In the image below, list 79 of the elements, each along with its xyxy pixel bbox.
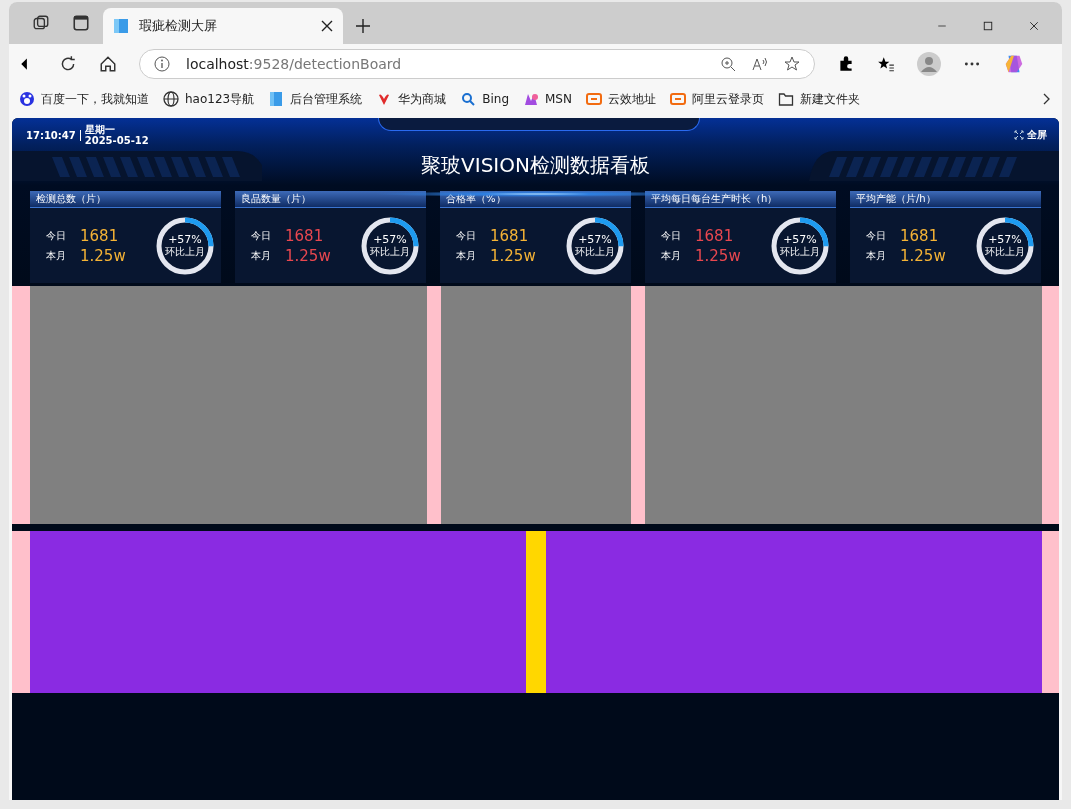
stat-value: 1681 [80,226,120,245]
workspaces-icon[interactable] [32,14,50,32]
stat-label: 本月 [456,248,477,263]
date: 2025-05-12 [84,135,149,146]
ring-value: +57% [373,234,407,246]
stat-value: 1.25w [900,246,947,265]
bracket-icon [585,91,602,107]
ring-gauge [155,215,215,276]
ring-gauge [360,215,420,276]
star-icon[interactable] [784,56,800,72]
tab-actions-icon[interactable] [72,14,90,32]
stat-label: 今日 [661,228,682,243]
stat-label: 本月 [661,248,682,263]
profile-avatar[interactable] [917,52,941,76]
ring-value: +57% [988,234,1022,246]
browser-tab[interactable]: 瑕疵检测大屏 [103,8,343,44]
bookmark-item[interactable]: Bing [460,91,509,107]
bookmark-item[interactable]: 阿里云登录页 [669,90,764,108]
stat-value: 1681 [695,226,735,245]
extensions-icon[interactable] [837,55,855,73]
ring-caption: 环比上月 [575,246,615,257]
copilot-icon[interactable] [1003,53,1025,75]
bookmark-item[interactable]: 新建文件夹 [777,90,860,108]
card-title: 平均每日每台生产时长（h） [645,191,836,208]
bookmark-item[interactable]: 百度一下，我就知道 [19,90,149,108]
page-icon [268,91,285,107]
favorites-icon[interactable] [877,55,895,73]
ring-gauge [975,215,1035,276]
search-icon [460,91,477,107]
stat-label: 今日 [46,228,67,243]
globe-icon [163,91,179,107]
page-icon [113,18,129,34]
new-tab-icon[interactable] [355,18,371,34]
ring-value: +57% [783,234,817,246]
bookmark-item[interactable]: hao123导航 [163,90,255,108]
address-bar[interactable]: localhost:9528/detectionBoard [139,49,815,79]
ring-caption: 环比上月 [780,246,820,257]
stat-value: 1.25w [490,246,537,265]
ring-gauge [565,215,625,276]
ring-gauge [770,215,830,276]
ring-value: +57% [168,234,202,246]
ring-caption: 环比上月 [985,246,1025,257]
ring-caption: 环比上月 [165,246,205,257]
stat-label: 今日 [251,228,272,243]
card-title: 良品数量（片） [235,191,426,208]
ring-caption: 环比上月 [370,246,410,257]
stat-value: 1681 [285,226,325,245]
stat-value: 1.25w [285,246,332,265]
bookmark-item[interactable]: MSN [523,91,572,107]
maximize-icon[interactable] [982,20,994,32]
stat-label: 本月 [46,248,67,263]
read-aloud-icon[interactable] [752,56,768,72]
card-title: 平均产能（片/h） [850,191,1041,208]
expand-icon [1014,130,1024,140]
stat-label: 今日 [866,228,887,243]
close-icon[interactable] [321,20,333,32]
stat-label: 本月 [866,248,887,263]
bookmark-item[interactable]: 后台管理系统 [268,90,363,108]
stat-value: 1.25w [695,246,742,265]
stat-label: 今日 [456,228,477,243]
clock-time: 17:10:47 [26,129,81,141]
bracket-icon [669,91,686,107]
stat-value: 1.25w [80,246,127,265]
fullscreen-button[interactable]: 全屏 [1014,128,1047,142]
zoom-in-icon[interactable] [720,56,736,72]
dashboard-title: 聚玻VISION检测数据看板 [421,151,650,179]
info-icon[interactable] [154,56,170,72]
stat-label: 本月 [251,248,272,263]
card-title: 检测总数（片） [30,191,221,208]
folder-icon [777,91,794,107]
stat-value: 1681 [490,226,530,245]
stat-value: 1681 [900,226,940,245]
refresh-icon[interactable] [59,55,77,73]
bookmark-item[interactable]: 华为商城 [376,90,447,108]
close-icon[interactable] [1028,20,1040,32]
weekday: 星期一 [84,124,116,135]
bookmark-item[interactable]: 云效地址 [585,90,656,108]
ring-value: +57% [578,234,612,246]
home-icon[interactable] [99,55,117,73]
